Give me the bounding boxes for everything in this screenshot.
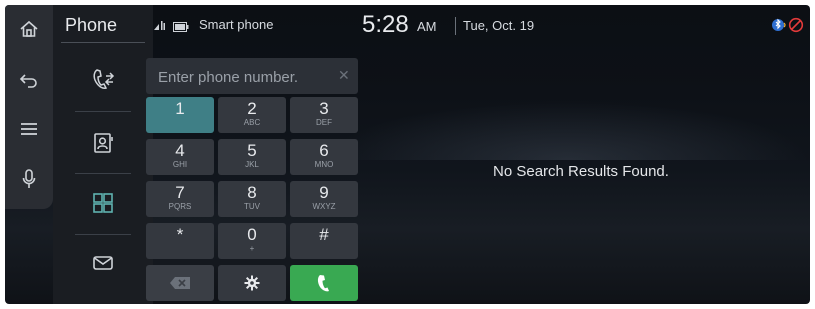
keypad-key-5[interactable]: 5 JKL bbox=[218, 139, 286, 175]
call-history-icon bbox=[93, 69, 115, 89]
key-letters: TUV bbox=[244, 202, 260, 211]
keypad-key-3[interactable]: 3 DEF bbox=[290, 97, 358, 133]
clear-icon[interactable]: ✕ bbox=[338, 67, 350, 84]
key-digit: 1 bbox=[175, 99, 185, 118]
key-digit: 7 bbox=[175, 183, 185, 202]
keypad-key-4[interactable]: 4 GHI bbox=[146, 139, 214, 175]
key-letters: ABC bbox=[243, 118, 261, 127]
home-button[interactable] bbox=[5, 9, 53, 49]
key-digit: 4 bbox=[175, 141, 185, 160]
clock-ampm: AM bbox=[417, 19, 437, 34]
key-letters: PQRS bbox=[168, 202, 192, 211]
key-digit: 3 bbox=[319, 99, 329, 118]
home-icon bbox=[20, 20, 38, 37]
microphone-icon bbox=[22, 169, 36, 188]
nav-divider bbox=[75, 173, 131, 174]
nav-divider bbox=[75, 111, 131, 112]
keypad-key-2[interactable]: 2 ABC bbox=[218, 97, 286, 133]
phone-screen: Phone Smart phone 5:28 AM Tue, Oct. 19 ✕… bbox=[5, 5, 810, 304]
key-digit: 2 bbox=[247, 99, 257, 118]
back-icon bbox=[19, 74, 37, 88]
key-digit: 5 bbox=[247, 141, 257, 160]
key-digit: 0 bbox=[247, 225, 257, 244]
phone-number-field[interactable]: ✕ bbox=[146, 58, 358, 94]
tab-messages[interactable] bbox=[61, 243, 145, 283]
key-digit: * bbox=[176, 225, 184, 244]
connection-off-icon bbox=[788, 17, 804, 38]
mountain-backdrop bbox=[325, 100, 810, 160]
keypad-key-7[interactable]: 7 PQRS bbox=[146, 181, 214, 217]
device-label: Smart phone bbox=[199, 17, 274, 32]
page-title: Phone bbox=[65, 15, 118, 35]
bluetooth-voice-icon bbox=[771, 17, 787, 38]
key-digit: 8 bbox=[247, 183, 257, 202]
backspace-button[interactable] bbox=[146, 265, 214, 301]
keypad-key-6[interactable]: 6 MNO bbox=[290, 139, 358, 175]
keypad-key-1[interactable]: 1 bbox=[146, 97, 214, 133]
key-letters: GHI bbox=[172, 160, 188, 169]
key-letters: + bbox=[249, 244, 255, 253]
key-letters: MNO bbox=[314, 160, 334, 169]
keypad-key-9[interactable]: 9 WXYZ bbox=[290, 181, 358, 217]
no-results-message: No Search Results Found. bbox=[493, 163, 669, 180]
key-digit: # bbox=[319, 225, 329, 244]
status-divider bbox=[455, 17, 456, 35]
tab-contacts[interactable] bbox=[61, 123, 145, 163]
contacts-icon bbox=[94, 133, 113, 153]
backspace-icon bbox=[170, 277, 190, 289]
key-letters: DEF bbox=[316, 118, 332, 127]
messages-icon bbox=[93, 256, 113, 270]
keypad-key-8[interactable]: 8 TUV bbox=[218, 181, 286, 217]
key-digit: 9 bbox=[319, 183, 329, 202]
keypad-icon bbox=[93, 193, 113, 213]
menu-button[interactable] bbox=[5, 109, 53, 149]
voice-button[interactable] bbox=[5, 159, 53, 199]
keypad-key-0[interactable]: 0 + bbox=[218, 223, 286, 259]
keypad-key-star[interactable]: * bbox=[146, 223, 214, 259]
call-button[interactable] bbox=[290, 265, 358, 301]
phone-number-input[interactable] bbox=[156, 64, 325, 90]
clock-time: 5:28 bbox=[362, 11, 409, 38]
phone-signal-icon bbox=[153, 18, 167, 36]
key-letters: WXYZ bbox=[312, 202, 336, 211]
tab-call-history[interactable] bbox=[61, 59, 145, 99]
back-button[interactable] bbox=[5, 61, 53, 101]
gear-icon bbox=[244, 275, 260, 291]
settings-button[interactable] bbox=[218, 265, 286, 301]
key-digit: 6 bbox=[319, 141, 329, 160]
nav-divider bbox=[75, 234, 131, 235]
phone-icon bbox=[317, 275, 329, 292]
menu-icon bbox=[21, 123, 37, 135]
keypad-key-hash[interactable]: # bbox=[290, 223, 358, 259]
left-rail bbox=[5, 5, 53, 209]
title-underline bbox=[61, 42, 145, 43]
tab-keypad[interactable] bbox=[61, 183, 145, 223]
key-letters: JKL bbox=[245, 160, 259, 169]
battery-icon bbox=[173, 19, 189, 37]
date-label: Tue, Oct. 19 bbox=[463, 18, 535, 33]
